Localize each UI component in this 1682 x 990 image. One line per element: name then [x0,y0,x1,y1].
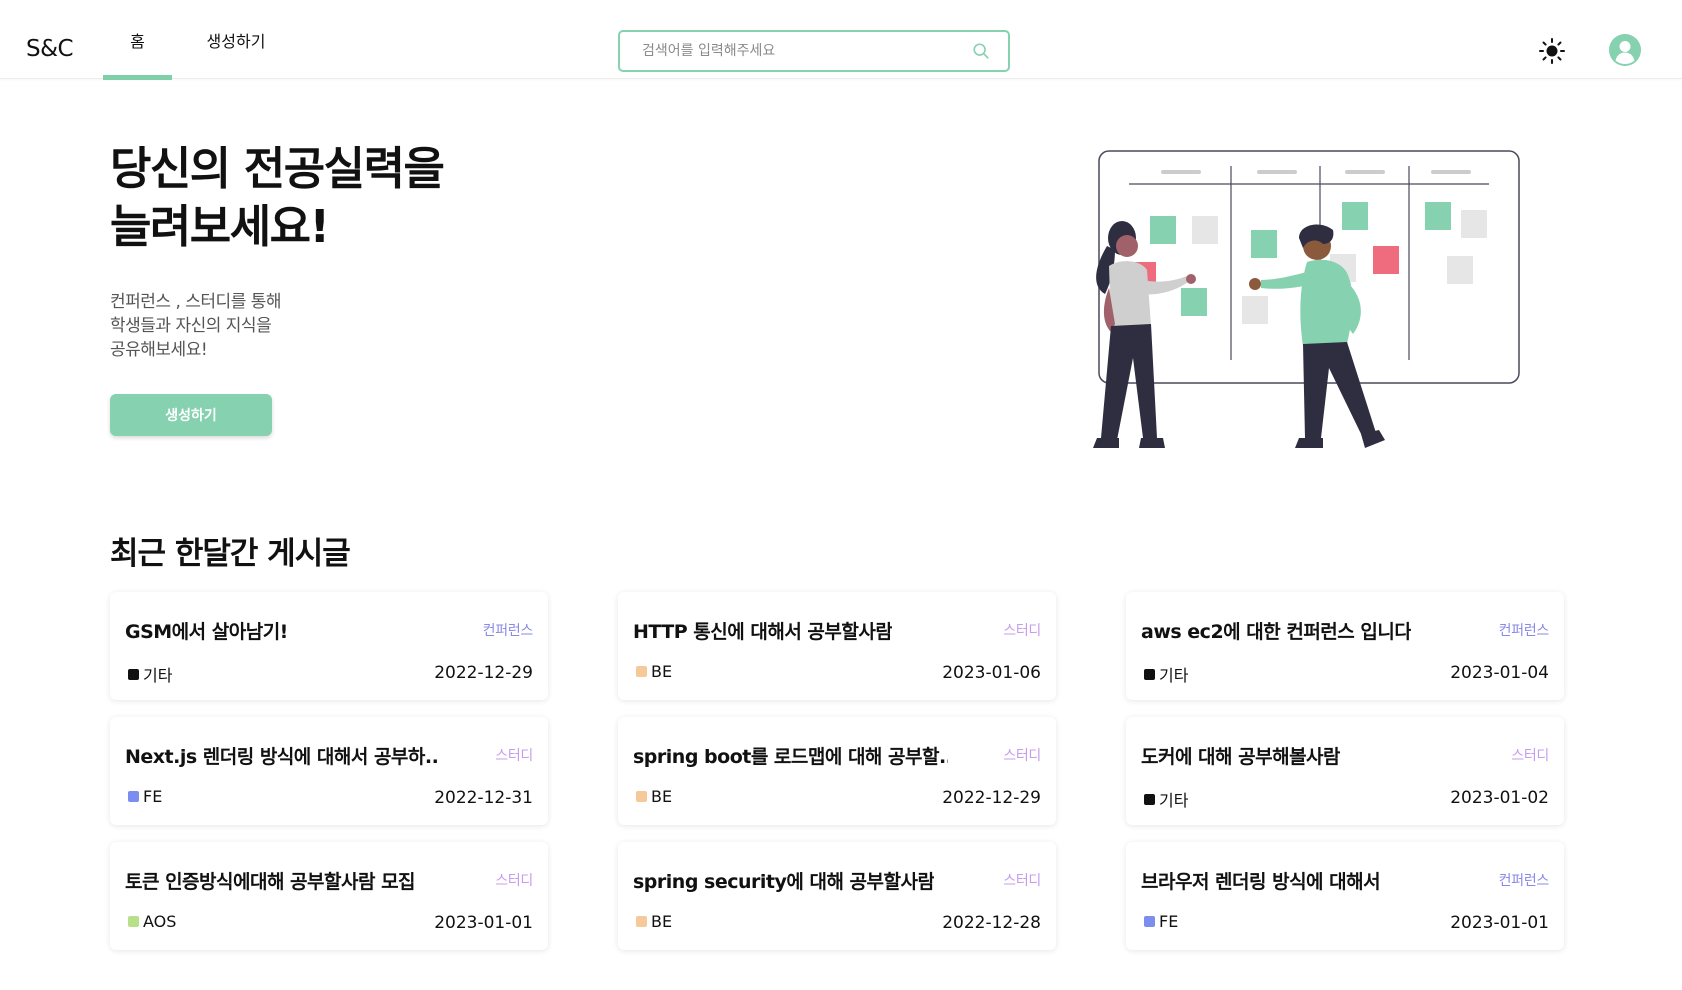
category-label: 기타 [143,666,173,685]
post-category: FE [128,787,162,806]
category-color-dot [1144,793,1155,805]
category-label: BE [651,662,673,681]
sun-icon[interactable] [1538,37,1566,65]
post-type-badge: 스터디 [1511,748,1549,764]
post-date: 2023-01-01 [1450,913,1549,933]
hero-description-line: 학생들과 자신의 지식을 [110,316,272,336]
post-date: 2023-01-06 [942,663,1041,683]
post-category: 기타 [1144,662,1188,686]
post-category: 기타 [128,662,172,686]
post-card[interactable]: 도커에 대해 공부해볼사람 스터디 기타 2023-01-02 [1126,717,1564,825]
post-card[interactable]: 브라우저 렌더링 방식에 대해서 컨퍼런스 FE 2023-01-01 [1126,842,1564,950]
post-category: AOS [128,912,176,931]
post-category: BE [636,662,672,681]
post-card[interactable]: aws ec2에 대한 컨퍼런스 입니다 컨퍼런스 기타 2023-01-04 [1126,592,1564,700]
post-category: BE [636,912,672,931]
post-type-badge: 스터디 [1003,748,1041,764]
category-color-dot [128,916,139,927]
hero-title: 당신의 전공실력을 늘려보세요! [110,140,445,256]
collaboration-illustration [1093,150,1520,448]
post-date: 2022-12-31 [434,788,533,808]
category-label: 기타 [1159,666,1189,685]
category-color-dot [636,916,647,927]
post-date: 2022-12-29 [942,788,1041,808]
site-logo[interactable]: S&C [26,36,74,62]
post-type-badge: 컨퍼런스 [1498,623,1550,639]
post-category: BE [636,787,672,806]
hero-description-line: 컨퍼런스 , 스터디를 통해 [110,292,282,312]
post-card[interactable]: spring boot를 로드맵에 대해 공부할... 스터디 BE 2022-… [618,717,1056,825]
post-title: spring boot를 로드맵에 대해 공부할... [633,746,948,768]
search-bar [618,30,1010,72]
hero-title-line: 늘려보세요! [110,200,330,253]
post-date: 2023-01-01 [434,913,533,933]
post-date: 2023-01-04 [1450,663,1549,683]
active-tab-indicator [103,75,172,80]
post-category: 기타 [1144,787,1188,811]
category-color-dot [128,668,139,680]
category-color-dot [1144,916,1155,927]
category-label: BE [651,787,673,806]
category-color-dot [1144,668,1155,680]
post-type-badge: 스터디 [1003,873,1041,889]
post-title: spring security에 대해 공부할사람 [633,871,935,893]
post-title: aws ec2에 대한 컨퍼런스 입니다 [1141,621,1412,643]
post-type-badge: 컨퍼런스 [482,623,534,639]
post-type-badge: 컨퍼런스 [1498,873,1550,889]
post-card[interactable]: HTTP 통신에 대해서 공부할사람 스터디 BE 2023-01-06 [618,592,1056,700]
post-card[interactable]: 토큰 인증방식에대해 공부할사람 모집 스터디 AOS 2023-01-01 [110,842,548,950]
post-title: HTTP 통신에 대해서 공부할사람 [633,621,893,643]
post-title: 브라우저 렌더링 방식에 대해서 [1141,871,1381,893]
post-title: Next.js 렌더링 방식에 대해서 공부하... [125,746,440,768]
category-label: FE [1159,912,1179,931]
tab-create-label: 생성하기 [206,31,266,51]
search-icon[interactable] [972,42,990,60]
category-label: 기타 [1159,791,1189,810]
category-label: AOS [143,912,177,931]
post-date: 2022-12-28 [942,913,1041,933]
post-card[interactable]: GSM에서 살아남기! 컨퍼런스 기타 2022-12-29 [110,592,548,700]
post-title: 토큰 인증방식에대해 공부할사람 모집 [125,871,416,893]
post-type-badge: 스터디 [1003,623,1041,639]
post-category: FE [1144,912,1178,931]
tab-home[interactable]: 홈 [103,0,172,80]
tab-home-label: 홈 [130,31,145,51]
post-title: GSM에서 살아남기! [125,621,288,643]
post-card[interactable]: Next.js 렌더링 방식에 대해서 공부하... 스터디 FE 2022-1… [110,717,548,825]
post-type-badge: 스터디 [495,873,533,889]
hero-title-line: 당신의 전공실력을 [110,142,445,195]
post-card[interactable]: spring security에 대해 공부할사람 스터디 BE 2022-12… [618,842,1056,950]
post-date: 2022-12-29 [434,663,533,683]
category-color-dot [636,791,647,802]
post-date: 2023-01-02 [1450,788,1549,808]
post-type-badge: 스터디 [495,748,533,764]
category-color-dot [636,666,647,677]
hero-description-line: 공유해보세요! [110,340,208,360]
hero-create-button[interactable]: 생성하기 [110,394,272,436]
user-avatar-icon[interactable] [1609,34,1641,66]
category-label: FE [143,787,163,806]
tab-create[interactable]: 생성하기 [200,0,272,79]
category-color-dot [128,791,139,802]
section-title: 최근 한달간 게시글 [110,536,351,572]
search-input[interactable] [642,43,972,59]
category-label: BE [651,912,673,931]
top-navigation-bar: S&C 홈 생성하기 [0,0,1682,80]
post-title: 도커에 대해 공부해볼사람 [1141,746,1341,768]
hero-description: 컨퍼런스 , 스터디를 통해 학생들과 자신의 지식을 공유해보세요! [110,290,282,362]
